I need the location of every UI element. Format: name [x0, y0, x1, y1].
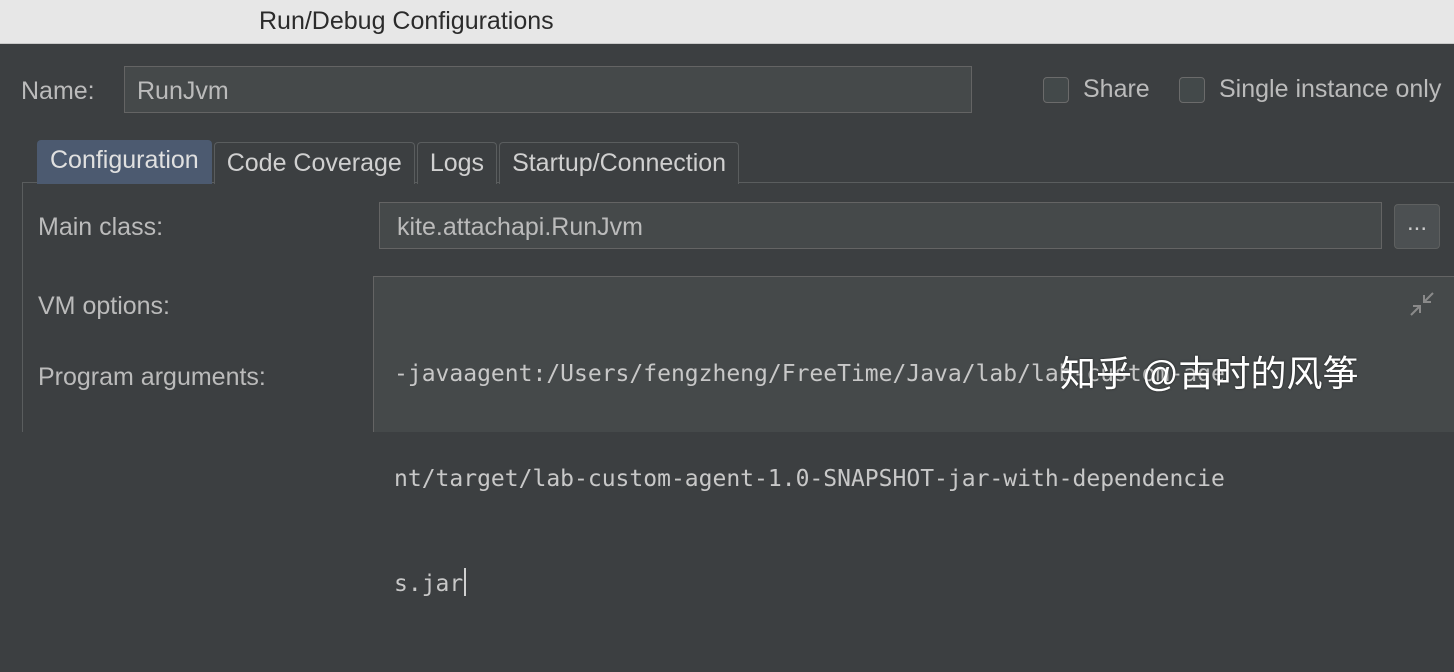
browse-button-label: ... [1406, 209, 1427, 236]
name-label: Name: [21, 77, 95, 105]
browse-main-class-button[interactable]: ... [1394, 204, 1440, 249]
text-cursor [464, 568, 467, 596]
program-arguments-label: Program arguments: [38, 363, 266, 391]
single-instance-checkbox-box[interactable] [1179, 76, 1205, 103]
main-class-input[interactable]: kite.attachapi.RunJvm [379, 202, 1382, 249]
window-titlebar: Run/Debug Configurations [0, 0, 1454, 44]
single-instance-checkbox-label: Single instance only [1219, 75, 1442, 103]
watermark: 知乎 @古时的风筝 [1060, 353, 1359, 394]
share-checkbox-box[interactable] [1043, 76, 1069, 103]
vm-options-line: nt/target/lab-custom-agent-1.0-SNAPSHOT-… [394, 466, 1225, 492]
tab-logs[interactable]: Logs [416, 142, 498, 184]
tab-bar: Configuration Code Coverage Logs Startup… [37, 140, 741, 184]
vm-options-label: VM options: [38, 292, 171, 320]
vm-options-line-last: s.jar [394, 567, 1384, 602]
name-input[interactable]: RunJvm [124, 66, 972, 113]
share-checkbox-label: Share [1083, 75, 1150, 103]
tab-startup-connection-label: Startup/Connection [512, 149, 727, 177]
name-input-value: RunJvm [137, 77, 229, 105]
tab-code-coverage[interactable]: Code Coverage [213, 142, 415, 184]
single-instance-checkbox[interactable]: Single instance only [1179, 75, 1441, 104]
tab-code-coverage-label: Code Coverage [226, 149, 402, 177]
vm-options-line-text: s.jar [394, 571, 464, 597]
tab-configuration[interactable]: Configuration [37, 140, 212, 184]
tab-logs-label: Logs [429, 149, 485, 177]
window-title: Run/Debug Configurations [259, 7, 554, 35]
main-class-label: Main class: [38, 213, 164, 241]
tab-configuration-label: Configuration [50, 146, 199, 174]
tab-startup-connection[interactable]: Startup/Connection [499, 142, 740, 184]
collapse-icon[interactable] [1408, 290, 1436, 318]
share-checkbox[interactable]: Share [1043, 75, 1150, 104]
main-class-input-value: kite.attachapi.RunJvm [397, 213, 643, 241]
